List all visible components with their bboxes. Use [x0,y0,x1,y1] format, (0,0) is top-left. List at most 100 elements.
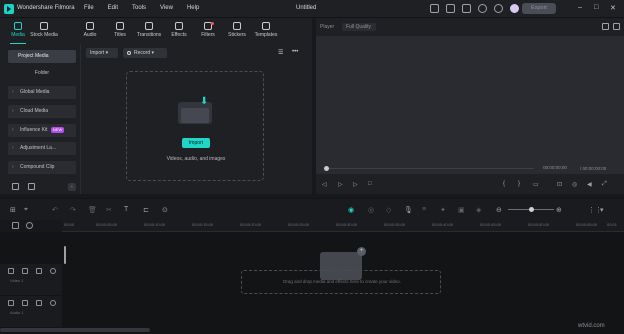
prev-frame-icon[interactable]: ◁ [322,181,327,188]
minimize-icon[interactable]: – [578,4,582,11]
close-icon[interactable]: ✕ [610,4,616,12]
menu-help[interactable]: Help [187,5,199,11]
playback-scrubber[interactable] [324,168,534,169]
sidebar-item-adjustment-layer[interactable]: › Adjustment La... [8,142,76,155]
timeline-ruler[interactable]: 00:00 00:00:05:00 00:00:10:00 00:00:15:0… [62,220,624,232]
media-dropzone[interactable]: ⬇ Import Videos, audio, and images [126,71,264,181]
video-track-icon [8,268,14,274]
export-button[interactable]: Export [522,3,556,14]
record-voice-icon[interactable]: ◎ [368,206,374,214]
camera-icon[interactable]: ◎ [572,181,577,188]
screen-record-icon[interactable] [430,4,439,13]
track-header-audio: Audio 1 [0,296,62,328]
stickers-icon [233,22,241,30]
menu-view[interactable]: View [160,5,173,11]
playhead[interactable] [64,246,66,264]
filter-sort-icon[interactable]: ☰ [278,49,283,56]
menu-tools[interactable]: Tools [132,5,146,11]
text-icon[interactable]: T [124,206,128,213]
sidebar-item-global-media[interactable]: › Global Media [8,86,76,99]
tab-stock-media[interactable]: Stock Media [28,22,60,42]
zoom-slider-handle[interactable] [529,207,534,212]
zoom-out-icon[interactable]: ⊖ [496,206,502,214]
new-folder-icon[interactable] [12,183,19,190]
image-icon[interactable]: ▣ [458,206,465,214]
sidebar-item-folder[interactable]: Folder [8,70,76,76]
link-icon[interactable] [26,222,33,229]
more-tools-icon[interactable]: ⊙ [162,206,168,214]
ruler-tick: 00:00:20:00 [240,222,262,227]
zoom-in-icon[interactable]: ⊕ [556,206,562,214]
redo-icon[interactable]: ↷ [70,206,76,214]
timeline-dropzone[interactable]: Drag and drop media and effects here to … [241,270,441,294]
shield-icon[interactable]: ◇ [386,206,391,214]
tab-templates[interactable]: Templates [250,22,282,42]
effects-icon [175,22,183,30]
tab-transitions[interactable]: Transitions [133,22,165,42]
timeline-scrollbar[interactable] [0,328,150,332]
sidebar-item-compound-clip[interactable]: › Compound Clip [8,161,76,174]
keyframe-icon[interactable]: ◈ [476,206,481,214]
select-tool-icon[interactable]: ⌖ [24,206,28,214]
scrubber-handle[interactable] [324,166,329,171]
folder-icon[interactable] [28,183,35,190]
titles-icon [116,22,124,30]
delete-icon[interactable]: 🗑 [88,206,97,214]
effects-icon[interactable]: ✦ [440,206,446,214]
sidebar-item-project-media[interactable]: Project Media [8,50,76,63]
audio-mix-icon[interactable]: ≡ [422,206,426,213]
tab-filters[interactable]: Filters [192,22,224,42]
avatar[interactable] [510,4,519,13]
crop-icon[interactable]: ⊏ [143,206,149,214]
tab-stickers[interactable]: Stickers [221,22,253,42]
help-icon[interactable] [478,4,487,13]
fullscreen-icon[interactable] [613,23,620,30]
import-button[interactable]: Import [182,138,210,148]
quality-select[interactable]: Full Quality [342,23,376,31]
sidebar-item-cloud-media[interactable]: › Cloud Media [8,105,76,118]
auto-ripple-icon[interactable]: ◉ [348,206,354,214]
add-track-icon[interactable] [12,222,19,229]
snapshot-icon[interactable]: ⊡ [557,181,562,188]
ruler-tick: 00:01 [607,222,618,227]
display-settings-icon[interactable]: ▭ [533,181,539,188]
transitions-icon [145,22,153,30]
eye-icon[interactable] [50,268,56,274]
tab-titles[interactable]: Titles [104,22,136,42]
mark-in-icon[interactable]: { [503,181,505,187]
expand-icon[interactable]: ⤢ [602,181,607,188]
stop-icon[interactable]: □ [368,181,372,187]
menu-edit[interactable]: Edit [108,5,118,11]
dropzone-caption: Videos, audio, and images [166,156,226,162]
undo-icon[interactable]: ↶ [52,206,58,214]
ruler-tick: 00:00:45:00 [480,222,502,227]
tab-effects[interactable]: Effects [163,22,195,42]
preview-screen[interactable] [316,36,624,174]
sidebar-item-influence-kit[interactable]: › Influence Kit NEW [8,124,76,137]
home-icon[interactable] [462,4,471,13]
tab-audio[interactable]: Audio [74,22,106,42]
chevron-down-icon[interactable]: ▾ [600,206,604,214]
speaker-icon[interactable] [50,300,56,306]
microphone-icon[interactable]: 🎙 [404,206,413,214]
folder-icon[interactable] [22,300,28,306]
volume-icon[interactable]: ◀ [587,181,592,188]
more-icon[interactable]: ••• [292,49,298,55]
lock-icon[interactable] [36,268,42,274]
settings-icon[interactable] [494,4,503,13]
split-icon[interactable]: ✂ [106,206,112,214]
snapshot-icon[interactable] [602,23,609,30]
cloud-icon[interactable] [446,4,455,13]
next-frame-icon[interactable]: ▷ [353,181,358,188]
record-dropdown[interactable]: Record ▾ [123,48,167,58]
sidebar-footer: ‹ [8,182,76,192]
folder-icon[interactable] [22,268,28,274]
layout-icon[interactable]: ⊞ [10,206,16,214]
play-icon[interactable]: ▷ [338,181,343,188]
collapse-sidebar-icon[interactable]: ‹ [68,183,76,191]
import-dropdown[interactable]: Import ▾ [86,48,118,58]
mark-out-icon[interactable]: } [518,181,520,187]
maximize-icon[interactable]: □ [594,4,598,11]
menu-file[interactable]: File [84,5,94,11]
lock-icon[interactable] [36,300,42,306]
